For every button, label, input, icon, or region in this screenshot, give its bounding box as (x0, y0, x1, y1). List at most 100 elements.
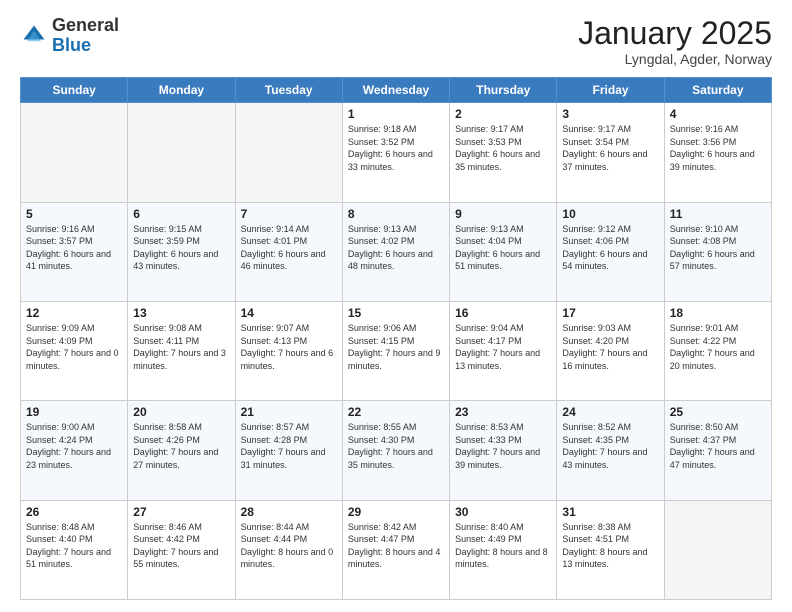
day-info: Sunrise: 9:07 AM Sunset: 4:13 PM Dayligh… (241, 322, 337, 372)
month-title: January 2025 (578, 16, 772, 51)
day-number: 27 (133, 505, 229, 519)
day-number: 29 (348, 505, 444, 519)
day-info: Sunrise: 8:44 AM Sunset: 4:44 PM Dayligh… (241, 521, 337, 571)
day-number: 30 (455, 505, 551, 519)
day-number: 6 (133, 207, 229, 221)
day-header-sunday: Sunday (21, 78, 128, 103)
calendar-cell: 17 Sunrise: 9:03 AM Sunset: 4:20 PM Dayli… (557, 301, 664, 400)
day-header-saturday: Saturday (664, 78, 771, 103)
calendar-cell: 20Sunrise: 8:58 AM Sunset: 4:26 PM Dayli… (128, 401, 235, 500)
calendar-cell: 1 Sunrise: 9:18 AM Sunset: 3:52 PM Daylig… (342, 103, 449, 202)
day-info: Sunrise: 9:08 AM Sunset: 4:11 PM Dayligh… (133, 322, 229, 372)
day-info: Sunrise: 8:46 AM Sunset: 4:42 PM Dayligh… (133, 521, 229, 571)
calendar-cell: 9 Sunrise: 9:13 AM Sunset: 4:04 PM Daylig… (450, 202, 557, 301)
location-subtitle: Lyngdal, Agder, Norway (578, 51, 772, 67)
day-number: 14 (241, 306, 337, 320)
day-number: 1 (348, 107, 444, 121)
calendar-cell: 3 Sunrise: 9:17 AM Sunset: 3:54 PM Daylig… (557, 103, 664, 202)
logo: General Blue (20, 16, 119, 56)
calendar-cell: 6 Sunrise: 9:15 AM Sunset: 3:59 PM Daylig… (128, 202, 235, 301)
calendar-cell: 8Sunrise: 9:13 AM Sunset: 4:02 PM Daylig… (342, 202, 449, 301)
day-info: Sunrise: 9:17 AM Sunset: 3:54 PM Dayligh… (562, 123, 658, 173)
calendar-cell: 29 Sunrise: 8:42 AM Sunset: 4:47 PM Dayli… (342, 500, 449, 599)
day-info: Sunrise: 9:01 AM Sunset: 4:22 PM Dayligh… (670, 322, 766, 372)
day-info: Sunrise: 8:42 AM Sunset: 4:47 PM Dayligh… (348, 521, 444, 571)
day-info: Sunrise: 9:15 AM Sunset: 3:59 PM Dayligh… (133, 223, 229, 273)
calendar-cell: 16 Sunrise: 9:04 AM Sunset: 4:17 PM Dayli… (450, 301, 557, 400)
day-header-row: SundayMondayTuesdayWednesdayThursdayFrid… (21, 78, 772, 103)
logo-icon (20, 22, 48, 50)
day-number: 2 (455, 107, 551, 121)
calendar-cell: 21 Sunrise: 8:57 AM Sunset: 4:28 PM Dayli… (235, 401, 342, 500)
day-info: Sunrise: 9:06 AM Sunset: 4:15 PM Dayligh… (348, 322, 444, 372)
week-row-4: 19 Sunrise: 9:00 AM Sunset: 4:24 PM Dayli… (21, 401, 772, 500)
calendar-cell (664, 500, 771, 599)
calendar-cell: 7Sunrise: 9:14 AM Sunset: 4:01 PM Daylig… (235, 202, 342, 301)
day-number: 16 (455, 306, 551, 320)
calendar-cell: 2Sunrise: 9:17 AM Sunset: 3:53 PM Daylig… (450, 103, 557, 202)
calendar-cell: 22 Sunrise: 8:55 AM Sunset: 4:30 PM Dayli… (342, 401, 449, 500)
day-info: Sunrise: 8:50 AM Sunset: 4:37 PM Dayligh… (670, 421, 766, 471)
day-number: 18 (670, 306, 766, 320)
day-number: 21 (241, 405, 337, 419)
calendar-cell: 23 Sunrise: 8:53 AM Sunset: 4:33 PM Dayli… (450, 401, 557, 500)
day-header-friday: Friday (557, 78, 664, 103)
week-row-3: 12 Sunrise: 9:09 AM Sunset: 4:09 PM Dayli… (21, 301, 772, 400)
day-info: Sunrise: 9:16 AM Sunset: 3:57 PM Dayligh… (26, 223, 122, 273)
day-info: Sunrise: 9:12 AM Sunset: 4:06 PM Dayligh… (562, 223, 658, 273)
day-number: 28 (241, 505, 337, 519)
day-info: Sunrise: 8:57 AM Sunset: 4:28 PM Dayligh… (241, 421, 337, 471)
day-info: Sunrise: 9:18 AM Sunset: 3:52 PM Dayligh… (348, 123, 444, 173)
day-info: Sunrise: 8:38 AM Sunset: 4:51 PM Dayligh… (562, 521, 658, 571)
day-number: 9 (455, 207, 551, 221)
calendar-cell (128, 103, 235, 202)
page: General Blue January 2025 Lyngdal, Agder… (0, 0, 792, 612)
day-info: Sunrise: 9:03 AM Sunset: 4:20 PM Dayligh… (562, 322, 658, 372)
day-number: 25 (670, 405, 766, 419)
day-info: Sunrise: 9:10 AM Sunset: 4:08 PM Dayligh… (670, 223, 766, 273)
day-info: Sunrise: 9:00 AM Sunset: 4:24 PM Dayligh… (26, 421, 122, 471)
day-info: Sunrise: 9:13 AM Sunset: 4:02 PM Dayligh… (348, 223, 444, 273)
day-info: Sunrise: 9:14 AM Sunset: 4:01 PM Dayligh… (241, 223, 337, 273)
day-header-wednesday: Wednesday (342, 78, 449, 103)
calendar-cell: 18 Sunrise: 9:01 AM Sunset: 4:22 PM Dayli… (664, 301, 771, 400)
day-number: 17 (562, 306, 658, 320)
day-info: Sunrise: 9:13 AM Sunset: 4:04 PM Dayligh… (455, 223, 551, 273)
week-row-2: 5Sunrise: 9:16 AM Sunset: 3:57 PM Daylig… (21, 202, 772, 301)
calendar-cell: 27 Sunrise: 8:46 AM Sunset: 4:42 PM Dayli… (128, 500, 235, 599)
day-number: 24 (562, 405, 658, 419)
calendar-cell: 12 Sunrise: 9:09 AM Sunset: 4:09 PM Dayli… (21, 301, 128, 400)
day-number: 23 (455, 405, 551, 419)
day-info: Sunrise: 9:09 AM Sunset: 4:09 PM Dayligh… (26, 322, 122, 372)
day-number: 20 (133, 405, 229, 419)
day-header-thursday: Thursday (450, 78, 557, 103)
day-number: 4 (670, 107, 766, 121)
day-info: Sunrise: 8:40 AM Sunset: 4:49 PM Dayligh… (455, 521, 551, 571)
calendar-cell: 24 Sunrise: 8:52 AM Sunset: 4:35 PM Dayli… (557, 401, 664, 500)
calendar-cell: 5Sunrise: 9:16 AM Sunset: 3:57 PM Daylig… (21, 202, 128, 301)
day-info: Sunrise: 9:04 AM Sunset: 4:17 PM Dayligh… (455, 322, 551, 372)
day-number: 12 (26, 306, 122, 320)
day-info: Sunrise: 8:55 AM Sunset: 4:30 PM Dayligh… (348, 421, 444, 471)
calendar-cell: 15 Sunrise: 9:06 AM Sunset: 4:15 PM Dayli… (342, 301, 449, 400)
day-number: 19 (26, 405, 122, 419)
day-info: Sunrise: 8:53 AM Sunset: 4:33 PM Dayligh… (455, 421, 551, 471)
week-row-1: 1 Sunrise: 9:18 AM Sunset: 3:52 PM Daylig… (21, 103, 772, 202)
day-number: 10 (562, 207, 658, 221)
day-number: 3 (562, 107, 658, 121)
calendar-cell: 4Sunrise: 9:16 AM Sunset: 3:56 PM Daylig… (664, 103, 771, 202)
calendar-cell: 26Sunrise: 8:48 AM Sunset: 4:40 PM Dayli… (21, 500, 128, 599)
calendar-cell: 11Sunrise: 9:10 AM Sunset: 4:08 PM Dayli… (664, 202, 771, 301)
day-number: 13 (133, 306, 229, 320)
day-number: 15 (348, 306, 444, 320)
title-block: January 2025 Lyngdal, Agder, Norway (578, 16, 772, 67)
day-number: 31 (562, 505, 658, 519)
calendar-cell (21, 103, 128, 202)
day-header-monday: Monday (128, 78, 235, 103)
day-number: 22 (348, 405, 444, 419)
calendar-cell: 25 Sunrise: 8:50 AM Sunset: 4:37 PM Dayli… (664, 401, 771, 500)
day-number: 26 (26, 505, 122, 519)
day-info: Sunrise: 8:52 AM Sunset: 4:35 PM Dayligh… (562, 421, 658, 471)
header: General Blue January 2025 Lyngdal, Agder… (20, 16, 772, 67)
logo-text: General Blue (52, 16, 119, 56)
